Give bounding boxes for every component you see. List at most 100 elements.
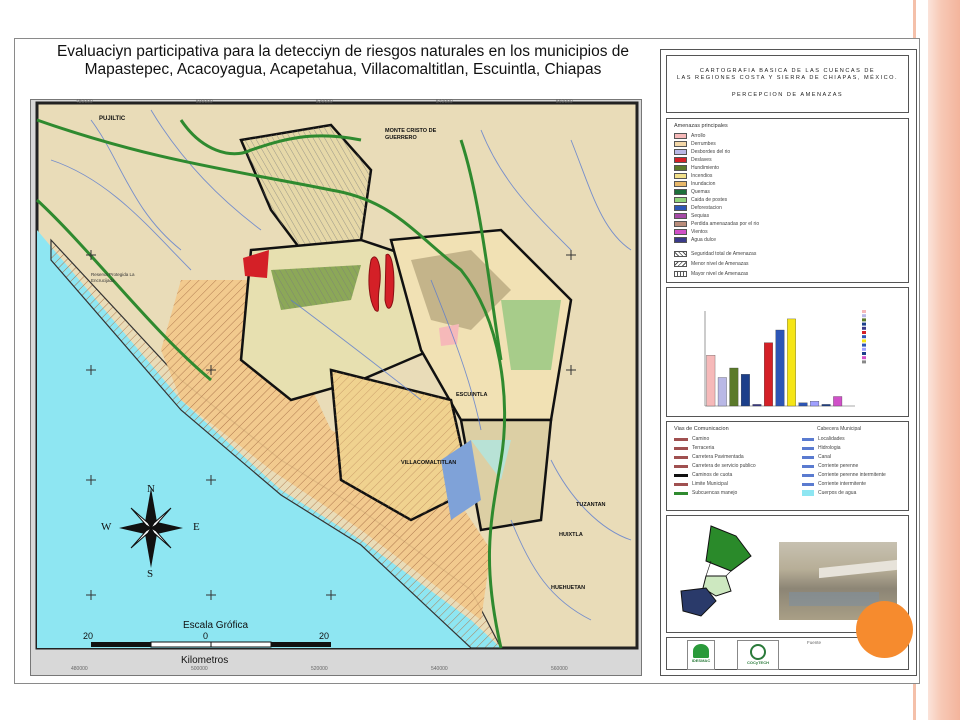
line-swatch [802,446,814,450]
cocytech-logo: COCyTECH [737,640,779,670]
threat-label: Perdida amenazadas por el rio [691,221,760,227]
title-line-2: Mapastepec, Acacoyagua, Acapetahua, Vill… [84,61,602,78]
threat-swatch [674,181,687,187]
threat-legend-item: Incendios [674,172,712,180]
cocytech-text: COCyTECH [746,660,769,665]
credits-title: Fuente [807,640,822,645]
threat-label: Desbordes del rio [691,149,731,155]
threat-swatch [674,157,687,163]
comms-legend-item: Carretera de servicio publico [674,462,756,470]
hydro-label: Corriente perenne [818,463,859,469]
title-line-1: Evaluaciyn participativa para la detecci… [56,43,630,60]
chart-legend-swatch [862,347,866,351]
place-label: Reserva Protegida La Encrucijada [91,272,135,283]
locator-map [680,525,752,617]
orange-circle-decoration [856,601,913,658]
line-swatch [674,491,688,495]
chart-legend-swatch [862,360,866,364]
map-poster: Evaluaciyn participativa para la detecci… [14,38,920,684]
comms-label: Carretera de servicio publico [692,463,756,469]
threat-label: Derrumbes [691,141,716,147]
line-swatch [802,490,814,496]
comms-label: Caminos de cuota [692,472,733,478]
hydro-legend-item: Corriente perenne [802,462,858,470]
threat-label: Agua dulce [691,237,717,243]
comms-label: Camino [692,436,710,442]
chart-bar [787,318,796,407]
chart-legend-swatch [862,314,866,318]
line-swatch [802,464,814,468]
level-label: Seguridad total de Amenazas [691,251,757,257]
level-swatch [674,261,687,267]
hydro-label: Canal [818,454,832,460]
hydro-legend-item: Localidades [802,435,845,443]
hydro-legend-item: Hidrologia [802,444,841,452]
threat-label: Vientos [691,229,708,235]
comms-label: Subcuencas manejo [692,490,738,496]
threat-legend-item: Hundimiento [674,164,719,172]
place-label: ESCUINTLA [456,392,488,398]
tick-bottom-5: 560000 [551,666,568,672]
threat-label: Caida de postes [691,197,728,203]
chart-legend-swatch [862,356,866,360]
threat-legend-item: Perdida amenazadas por el rio [674,220,759,228]
chart-legend-swatch [862,335,866,339]
threat-chart-box [666,287,909,417]
scale-left: 20 [83,631,94,641]
threat-label: Quemas [691,189,710,195]
line-swatch [802,437,814,441]
threat-legend-item: Inundacion [674,180,715,188]
level-label: Menor nivel de Amenazas [691,261,749,267]
place-label: TUZANTAN [576,502,606,508]
map-canvas [35,101,639,650]
line-swatch [674,464,688,468]
tick-top-1: 480000 [76,99,93,105]
threat-label: Sequias [691,213,710,219]
comms-label: Carretera Pavimentada [692,454,744,460]
compass-north: N [147,483,155,495]
comms-legend-item: Limite Municipal [674,480,728,488]
chart-legend-swatch [862,326,866,330]
threat-swatch [674,173,687,179]
comms-legend-item: Subcuencas manejo [674,489,737,497]
threat-swatch [674,149,687,155]
threat-swatch [674,197,687,203]
tick-bottom-2: 500000 [191,666,208,672]
hydro-label: Cuerpos de agua [818,490,857,496]
place-label: PUJILTIC [99,116,126,122]
idesmac-logo: IDESMAC [687,640,715,670]
threat-legend-item: Desbordes del rio [674,148,730,156]
comms-legend-item: Caminos de cuota [674,471,732,479]
threat-swatch [674,213,687,219]
level-row: Seguridad total de Amenazas [674,250,756,258]
threat-legend-item: Quemas [674,188,710,196]
level-swatch [674,251,687,257]
line-swatch [802,473,814,477]
tick-top-4: 540000 [436,99,453,105]
tick-top-2: 500000 [196,99,213,105]
threat-legend-item: Agua dulce [674,236,716,244]
scale-bar [91,641,331,648]
comms-legend-item: Camino [674,435,709,443]
tick-bottom-1: 480000 [71,666,88,672]
place-label: HUEHUETAN [551,585,586,591]
place-label: VILLACOMALTITLAN [401,460,457,466]
comms-title: Vias de Comunicacion [674,426,729,432]
tick-bottom-4: 540000 [431,666,448,672]
place-label: MONTE CRISTO DE GUERRERO [385,128,437,141]
chart-bar [729,367,739,407]
scale-mid: 0 [203,631,209,641]
chart-bar [740,374,750,407]
chart-legend-swatch [862,331,866,334]
threat-legend-item: Arrollo [674,132,705,140]
threat-legend-item: Caida de postes [674,196,727,204]
chart-bar [706,355,716,407]
chart-bar [810,401,820,407]
chart-bar [775,329,785,407]
hydro-legend-item: Corriente intermitente [802,480,866,488]
threat-legend-item: Sequias [674,212,709,220]
threat-legend-item: Vientos [674,228,708,236]
level-row: Menor nivel de Amenazas [674,260,749,268]
chart-bar [752,404,762,407]
threat-swatch [674,165,687,171]
